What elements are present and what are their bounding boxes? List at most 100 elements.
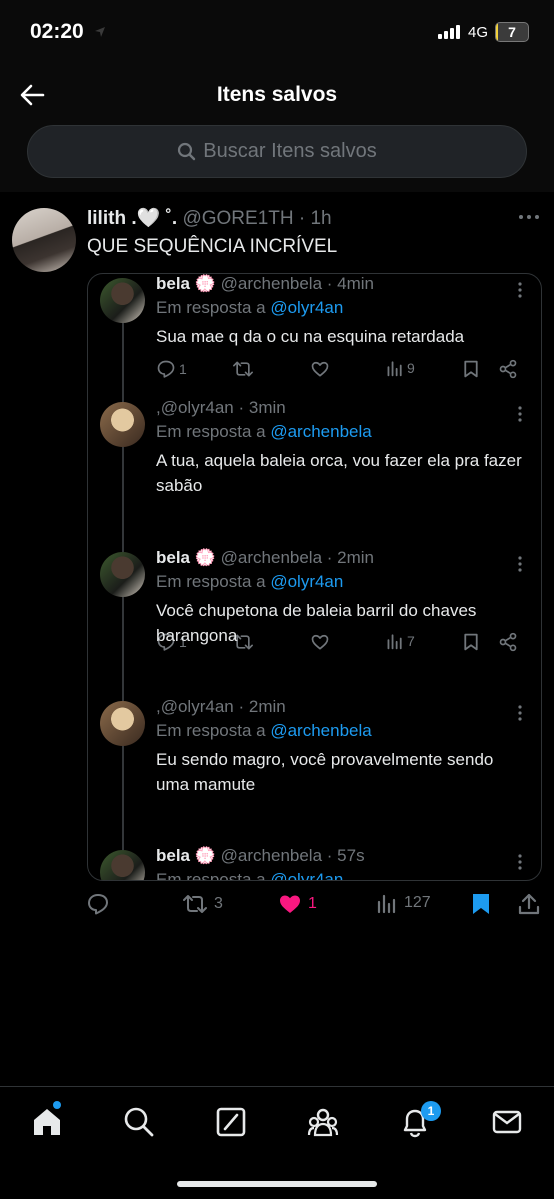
reply-avatar[interactable]	[100, 850, 145, 880]
reply-time: 4min	[337, 274, 375, 293]
reply-context: Em resposta a @archenbela	[156, 721, 372, 741]
reply-author-name[interactable]: bela 💮	[156, 846, 216, 865]
more-icon	[518, 854, 522, 870]
nav-notifications[interactable]: 1	[398, 1101, 441, 1139]
reply-author-handle[interactable]: @archenbela	[221, 274, 322, 293]
status-time: 02:20	[30, 20, 84, 43]
reply-to-link[interactable]: @archenbela	[270, 721, 371, 740]
more-icon	[518, 705, 522, 721]
network-type: 4G	[468, 24, 489, 41]
author-name[interactable]: lilith	[87, 208, 126, 229]
reply-author-handle[interactable]: ,@olyr4an	[156, 697, 234, 716]
post-text: QUE SEQUÊNCIA INCRÍVEL	[87, 236, 338, 257]
reply-author-name[interactable]: bela 💮	[156, 548, 216, 567]
post-reply-button[interactable]	[86, 892, 116, 916]
views-icon	[387, 361, 402, 377]
post-more-button[interactable]	[518, 214, 540, 220]
post-like-count: 1	[308, 895, 317, 912]
share-icon	[499, 359, 517, 379]
reply-time: 2min	[248, 697, 286, 716]
post-views-button[interactable]: 127	[376, 892, 431, 914]
reply-view-count: 9	[407, 360, 415, 376]
status-bar: 02:20 4G 7	[0, 0, 554, 66]
reply-to-link[interactable]: @olyr4an	[270, 572, 343, 591]
reply-author-handle[interactable]: @archenbela	[221, 548, 322, 567]
author-handle[interactable]: @GORE1TH	[182, 208, 293, 229]
reply-header: ,@olyr4an · 3min	[156, 398, 286, 418]
reply-more-button[interactable]	[518, 282, 522, 298]
reply-bookmark-button[interactable]	[462, 359, 480, 379]
reply-prefix: Em resposta a	[156, 870, 271, 881]
reply-avatar[interactable]	[100, 278, 145, 323]
search-input[interactable]: Buscar Itens salvos	[27, 125, 527, 178]
separator-dot: ·	[293, 208, 311, 229]
notifications-badge: 1	[421, 1101, 441, 1121]
reply-avatar[interactable]	[100, 402, 145, 447]
reply-context: Em resposta a @olyr4an	[156, 572, 343, 592]
nav-grok[interactable]	[214, 1105, 248, 1139]
reply-text: Sua mae q da o cu na esquina retardada	[156, 327, 465, 346]
nav-home[interactable]	[30, 1101, 64, 1139]
like-icon-filled	[280, 895, 300, 913]
like-icon	[311, 361, 329, 377]
post-time: 1h	[310, 208, 332, 229]
reply-time: 3min	[248, 398, 286, 417]
reply-repost-button[interactable]	[232, 359, 254, 379]
more-icon	[518, 282, 522, 298]
share-icon	[518, 893, 540, 915]
reply-author-handle[interactable]: ,@olyr4an	[156, 398, 234, 417]
nav-explore[interactable]	[122, 1105, 156, 1139]
reply-header: bela 💮 @archenbela · 57s	[156, 846, 365, 866]
author-avatar[interactable]	[12, 208, 76, 272]
reply-prefix: Em resposta a	[156, 298, 271, 317]
thread-reply[interactable]: ,@olyr4an · 2min Em resposta a @archenbel…	[88, 697, 541, 851]
reply-to-link[interactable]: @archenbela	[270, 422, 371, 441]
reply-text: Eu sendo magro, você provavelmente sendo…	[156, 750, 494, 794]
nav-messages[interactable]	[490, 1105, 524, 1139]
post-like-button[interactable]: 1	[278, 892, 317, 916]
home-indicator	[177, 1181, 377, 1187]
bookmark-icon-filled	[473, 894, 489, 914]
thread-reply[interactable]: bela 💮 @archenbela · 2min Em resposta a @…	[88, 548, 541, 702]
home-icon	[34, 1109, 60, 1135]
reply-views-button[interactable]: 9	[386, 359, 415, 377]
nav-communities[interactable]	[306, 1105, 340, 1139]
quoted-thread[interactable]: bela 💮 @archenbela · 4min Em resposta a @…	[87, 273, 542, 881]
separator-dot: ·	[322, 274, 338, 293]
reply-context: Em resposta a @archenbela	[156, 422, 372, 442]
repost-icon	[232, 361, 253, 377]
thread-reply[interactable]: bela 💮 @archenbela · 57s Em resposta a @o…	[88, 846, 541, 881]
reply-prefix: Em resposta a	[156, 721, 271, 740]
messages-icon	[492, 1110, 522, 1134]
thread-reply[interactable]: ,@olyr4an · 3min Em resposta a @archenbel…	[88, 398, 541, 652]
reply-reply-button[interactable]: 1	[156, 359, 187, 379]
reply-header: bela 💮 @archenbela · 4min	[156, 274, 374, 294]
home-notification-dot	[53, 1101, 61, 1109]
reply-more-button[interactable]	[518, 556, 522, 572]
reply-to-link[interactable]: @olyr4an	[270, 298, 343, 317]
grok-icon	[216, 1107, 246, 1137]
reply-author-handle[interactable]: @archenbela	[221, 846, 322, 865]
reply-more-button[interactable]	[518, 854, 522, 870]
reply-to-link[interactable]: @olyr4an	[270, 870, 343, 880]
search-icon	[124, 1107, 154, 1137]
reply-icon	[88, 894, 108, 915]
reply-header: bela 💮 @archenbela · 2min	[156, 548, 374, 568]
reply-prefix: Em resposta a	[156, 572, 271, 591]
reply-icon	[157, 360, 175, 378]
reply-avatar[interactable]	[100, 701, 145, 746]
reply-more-button[interactable]	[518, 705, 522, 721]
post-share-button[interactable]	[518, 892, 540, 916]
reply-reply-count: 1	[179, 361, 187, 377]
reply-more-button[interactable]	[518, 406, 522, 422]
post-repost-button[interactable]: 3	[182, 892, 223, 916]
reply-header: ,@olyr4an · 2min	[156, 697, 286, 717]
reply-like-button[interactable]	[310, 359, 330, 379]
post-bookmark-button[interactable]	[470, 892, 492, 916]
reply-author-name[interactable]: bela 💮	[156, 274, 216, 293]
reply-share-button[interactable]	[498, 359, 518, 379]
reply-avatar[interactable]	[100, 552, 145, 597]
more-icon	[518, 556, 522, 572]
header: Itens salvos Buscar Itens salvos	[0, 66, 554, 192]
cellular-signal-icon	[438, 25, 460, 39]
